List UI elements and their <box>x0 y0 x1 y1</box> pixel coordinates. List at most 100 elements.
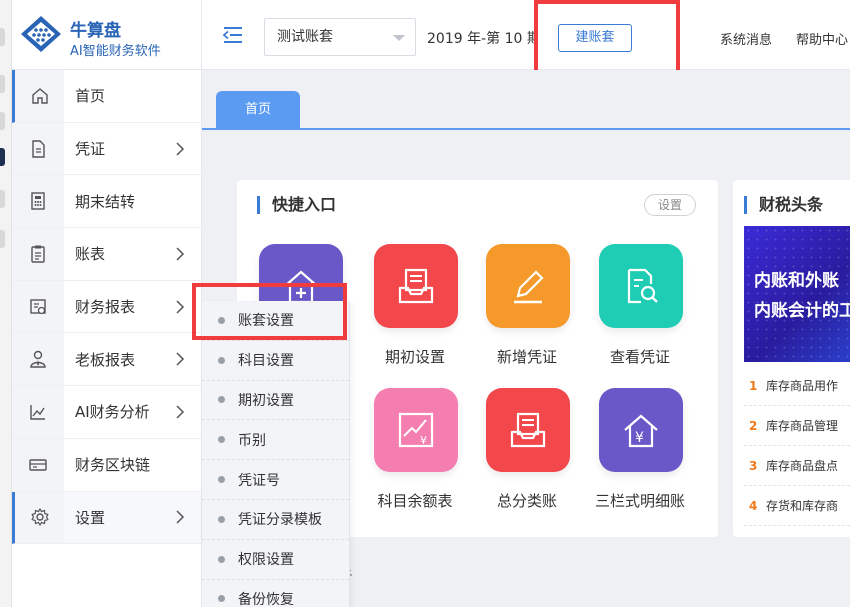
blockchain-icon <box>29 458 47 471</box>
sidebar-item-label: 财务区块链 <box>75 456 151 475</box>
quick-tile-general-ledger[interactable]: 总分类账 <box>471 388 583 528</box>
edge-tab-indicator <box>0 75 5 93</box>
news-text: 库存商品管理 <box>766 419 839 433</box>
sidebar-item-label: 首页 <box>75 87 106 106</box>
top-header: 测试账套 2019 年-第 10 期 建账套 系统消息 帮助中心 <box>202 0 850 70</box>
calculator-icon <box>31 192 45 210</box>
chevron-right-icon <box>176 300 185 314</box>
brand-subtitle: AI智能财务软件 <box>70 44 161 59</box>
news-text: 存货和库存商 <box>766 499 839 513</box>
news-text: 库存商品盘点 <box>766 459 839 473</box>
inbox-icon <box>398 268 434 304</box>
bullet-icon <box>218 476 225 484</box>
submenu-item-backup-restore[interactable]: 备份恢复 <box>202 580 349 607</box>
quick-entry-title: 快捷入口 <box>257 196 336 214</box>
sidebar-item-home[interactable]: 首页 <box>12 70 201 123</box>
voucher-icon <box>32 139 45 158</box>
period-label: 2019 年-第 10 期 <box>427 31 537 47</box>
quick-tile-new-voucher[interactable]: 新增凭证 <box>471 244 583 384</box>
quick-entry-settings-button[interactable]: 设置 <box>644 194 696 216</box>
sidebar-item-blockchain[interactable]: 财务区块链 <box>12 438 201 492</box>
tab-bar: 首页 <box>202 70 850 130</box>
submenu-item-permissions[interactable]: 权限设置 <box>202 540 349 580</box>
submenu-item-label: 科目设置 <box>238 353 294 370</box>
news-item[interactable]: 3 库存商品盘点 <box>744 446 850 486</box>
sidebar-item-label: 设置 <box>75 508 106 527</box>
chevron-right-icon <box>176 405 185 419</box>
highlight-box-account-settings <box>192 283 347 340</box>
chevron-right-icon <box>176 510 185 524</box>
submenu-item-voucher-number[interactable]: 凭证号 <box>202 460 349 500</box>
bullet-icon <box>218 555 225 563</box>
bullet-icon <box>218 396 225 404</box>
period-clip: 2019 年-第 10 期 <box>427 20 537 54</box>
house-yen-icon: ¥ <box>624 414 658 448</box>
news-number: 2 <box>749 418 758 433</box>
sidebar-item-settings[interactable]: 设置 <box>12 491 201 545</box>
sidebar-item-financial-reports[interactable]: 财务报表 <box>12 280 201 334</box>
submenu-item-currency[interactable]: 币别 <box>202 420 349 461</box>
abacus-logo-icon <box>21 16 61 52</box>
sidebar-item-ai-analysis[interactable]: AI财务分析 <box>12 386 201 439</box>
bullet-icon <box>218 595 225 603</box>
sidebar-item-ledgers[interactable]: 账表 <box>12 228 201 281</box>
edge-tab-indicator <box>0 190 5 208</box>
submenu-item-subject-settings[interactable]: 科目设置 <box>202 341 349 381</box>
edge-tab-indicator <box>0 230 5 248</box>
submenu-item-entry-template[interactable]: 凭证分录模板 <box>202 500 349 540</box>
chevron-right-icon <box>176 352 185 366</box>
quick-tile-detail-ledger[interactable]: ¥ 三栏式明细账 <box>584 388 696 528</box>
tab-home[interactable]: 首页 <box>216 91 300 128</box>
edge-tab-indicator <box>0 28 5 46</box>
submenu-item-label: 期初设置 <box>238 392 294 409</box>
submenu-item-label: 备份恢复 <box>238 591 294 607</box>
news-banner[interactable]: 内账和外账 内账会计的工 <box>744 226 850 362</box>
inbox-icon <box>510 412 546 448</box>
submenu-item-label: 权限设置 <box>238 552 294 569</box>
tax-news-title: 财税头条 <box>744 196 823 214</box>
chevron-right-icon <box>176 142 185 156</box>
news-number: 1 <box>749 378 758 393</box>
sidebar-item-label: 财务报表 <box>75 298 136 317</box>
quick-tile-label: 期初设置 <box>384 348 445 366</box>
banner-line: 内账和外账 <box>754 271 839 291</box>
quick-tile-view-voucher[interactable]: 查看凭证 <box>584 244 696 384</box>
submenu-item-label: 凭证分录模板 <box>238 512 322 529</box>
news-item[interactable]: 4 存货和库存商 <box>744 486 850 526</box>
help-center-link[interactable]: 帮助中心 <box>796 29 848 48</box>
quick-tile-label: 总分类账 <box>496 492 557 510</box>
boss-icon <box>30 351 46 368</box>
quick-tile-account-balance[interactable]: ¥ 科目余额表 <box>359 388 471 528</box>
edit-icon <box>514 270 544 304</box>
account-select-value: 测试账套 <box>277 29 333 45</box>
news-number: 4 <box>749 498 758 513</box>
quick-tile-opening-setup[interactable]: 期初设置 <box>359 244 471 384</box>
quick-tile-label: 查看凭证 <box>609 348 670 366</box>
doc-search-icon <box>627 268 658 304</box>
bullet-icon <box>218 356 225 364</box>
highlight-box-new-book <box>534 0 680 80</box>
brand-title: 牛算盘 <box>70 21 121 41</box>
submenu-item-label: 币别 <box>238 432 266 449</box>
sidebar-item-boss-reports[interactable]: 老板报表 <box>12 333 201 387</box>
quick-tile-label: 科目余额表 <box>377 492 453 510</box>
news-item[interactable]: 2 库存商品管理 <box>744 406 850 446</box>
caret-down-icon <box>393 35 405 41</box>
system-messages-link[interactable]: 系统消息 <box>720 29 772 48</box>
tax-news-card: 财税头条 内账和外账 内账会计的工 1 库存商品用作 2 库存商品管理 3 库存… <box>733 180 850 537</box>
gear-icon <box>30 508 49 527</box>
submenu-item-opening-settings[interactable]: 期初设置 <box>202 381 349 421</box>
sidebar-item-period-close[interactable]: 期末结转 <box>12 175 201 229</box>
sidebar-item-voucher[interactable]: 凭证 <box>12 122 201 176</box>
edge-tab-indicator <box>0 148 5 166</box>
menu-collapse-icon[interactable] <box>222 26 244 44</box>
chart-icon <box>30 404 45 420</box>
ledger-icon <box>31 245 45 263</box>
brand-area[interactable]: 牛算盘 AI智能财务软件 <box>12 0 202 70</box>
news-item[interactable]: 1 库存商品用作 <box>744 366 850 406</box>
account-select[interactable]: 测试账套 <box>264 18 416 56</box>
bullet-icon <box>218 515 225 523</box>
sidebar-item-label: AI财务分析 <box>75 403 150 422</box>
edge-tab-indicator <box>0 112 5 130</box>
bullet-icon <box>218 436 225 444</box>
